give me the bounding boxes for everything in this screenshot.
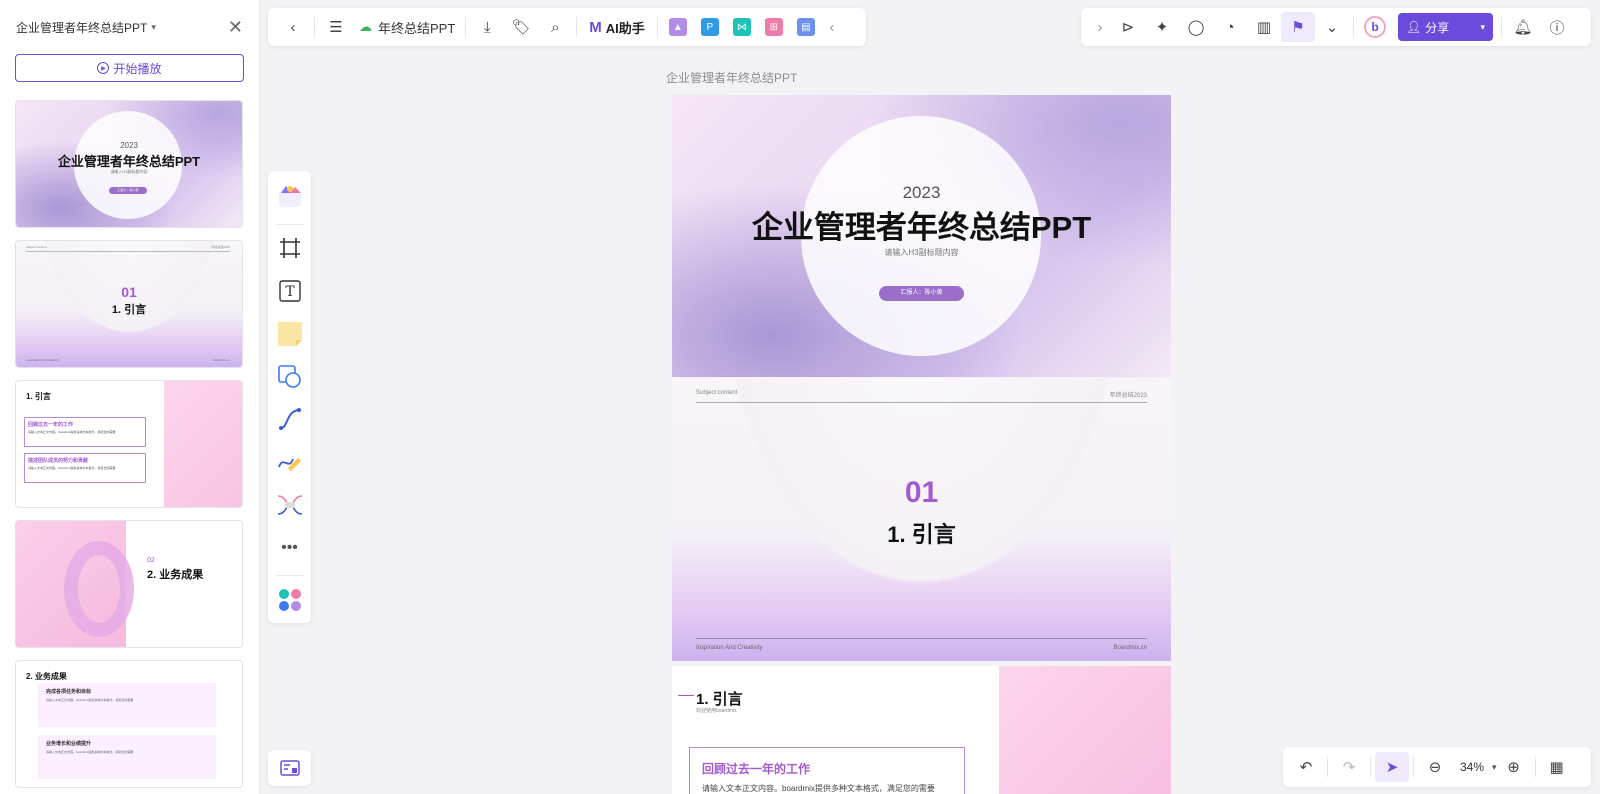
canvas-frame-title[interactable]: 企业管理者年终总结PPT [666,69,797,86]
main-toolbar: ‹ ☰ ☁ 年终总结PPT ⤓ 🏷︎ ⌕ M AI助手 ▲ P ⋈ ⊞ ▤ ‹ [268,8,866,46]
slide-heading: 1. 引言 [696,691,743,708]
add-user-icon: 👤︎ [1406,20,1422,34]
ai-assistant-button[interactable]: M AI助手 [581,18,653,37]
thumb-subtitle: 请输入H3副标题内容 [110,169,148,174]
presenter-pill: 汇报人：陈小黄 [879,286,964,301]
template-icon[interactable] [273,177,307,216]
ai-logo-icon: M [589,18,602,36]
expand-icon[interactable]: › [1089,12,1111,42]
slide-thumbnail-4[interactable]: 02 2. 业务成果 [15,520,243,648]
slide-thumbnail-1[interactable]: 2023 企业管理者年终总结PPT 请输入H3副标题内容 汇报人：陈小黄 [15,100,243,228]
vote-icon[interactable]: ▥ [1247,12,1281,42]
comment-icon[interactable]: ◯ [1179,12,1213,42]
close-icon[interactable]: ✕ [228,17,243,38]
sidebar-title[interactable]: 企业管理者年终总结PPT ▾ [16,19,156,36]
shape-icon[interactable] [273,357,307,396]
box-title: 回顾过去一年的工作 [702,762,811,776]
image-gen-icon[interactable]: ▲ [668,18,687,36]
tool-palette: T ••• [268,171,311,623]
document-name[interactable]: ☁ 年终总结PPT [353,18,461,37]
select-cursor-icon[interactable]: ➤ [1375,752,1409,782]
thumb-number: 01 [121,284,137,300]
apps-icon[interactable] [273,580,307,619]
box-text: 请输入文本正文内容。boardmix提供多种文本格式，满足您的需要 [702,784,935,793]
avatar[interactable]: b [1364,16,1386,38]
timer-icon[interactable]: ◔ [1213,12,1247,42]
mindmap-tool-icon[interactable] [273,486,307,525]
slide-year: 2023 [902,183,941,202]
thumb-year: 2023 [120,141,138,150]
help-icon[interactable]: ⓘ [1540,12,1574,42]
thumb-title: 1. 引言 [111,304,147,316]
slide-section-01[interactable]: Subject content 年终总结2023 01 1. 引言 Inspir… [672,378,1171,661]
map-icon[interactable]: ▦ [1540,752,1574,782]
presentation-icon[interactable]: P [700,18,719,36]
zoom-controls: ↶ ↷ ➤ ⊖ 34% ▾ ⊕ ▦ [1283,747,1591,787]
zoom-out-icon[interactable]: ⊖ [1418,752,1452,782]
thumb-pill: 汇报人：陈小黄 [109,187,147,194]
frame-icon[interactable] [273,229,307,268]
start-presentation-button[interactable]: ▶ 开始播放 [15,54,244,82]
redo-icon[interactable]: ↷ [1332,752,1366,782]
slide-thumbnail-2[interactable]: Subject content 年终总结2023 01 1. 引言 Inspir… [15,240,243,368]
sidebar-header: 企业管理者年终总结PPT ▾ ✕ [0,0,259,54]
slide-subtitle: 请输入H3副标题内容 [884,248,959,257]
celebrate-icon[interactable]: ✦ [1145,12,1179,42]
play-icon: ▶ [97,62,110,74]
menu-icon[interactable]: ☰ [319,12,353,42]
collapse-icon[interactable]: ‹ [822,12,842,42]
zoom-level[interactable]: 34% [1452,760,1492,774]
share-button[interactable]: 👤︎ 分享 ▾ [1398,13,1493,41]
more-tools-icon[interactable]: ••• [273,528,307,567]
present-icon[interactable]: ⊳ [1111,12,1145,42]
slide-thumbnails: 2023 企业管理者年终总结PPT 请输入H3副标题内容 汇报人：陈小黄 Sub… [15,100,243,794]
slide-cover[interactable]: 2023 企业管理者年终总结PPT 请输入H3副标题内容 汇报人：陈小黄 [672,95,1171,377]
cloud-saved-icon: ☁ [359,19,372,34]
minimap-icon [279,760,300,776]
slides-sidebar: 企业管理者年终总结PPT ▾ ✕ ▶ 开始播放 2023 企业管理者年终总结PP… [0,0,260,794]
svg-text:T: T [285,284,295,300]
back-icon[interactable]: ‹ [276,12,310,42]
section-title: 1. 引言 [887,522,956,547]
sticky-note-icon[interactable] [273,314,307,353]
thumb-title: 企业管理者年终总结PPT [57,154,201,169]
comment-app-icon[interactable]: ▤ [796,18,815,36]
slide-intro[interactable]: 1. 引言 欢迎使用boardmix 回顾过去一年的工作 请输入文本正文内容。b… [672,666,1171,794]
slide-thumbnail-5[interactable]: 2. 业务成果 完成各项任务和目标 请输入文本正文内容。boardmix提供多种… [15,660,243,788]
section-number: 01 [904,476,939,509]
right-toolbar: › ⊳ ✦ ◯ ◔ ▥ ⚑ ⌄ b 👤︎ 分享 ▾ 🔔︎ ⓘ [1081,8,1591,46]
search-icon[interactable]: ⌕ [538,12,572,42]
minimap-toggle[interactable] [268,750,311,786]
connector-icon[interactable] [273,400,307,439]
bell-icon[interactable]: 🔔︎ [1506,12,1540,42]
slide-thumbnail-3[interactable]: 1. 引言 回顾过去一年的工作 请输入文本正文内容。boardmix提供多种文本… [15,380,243,508]
chevron-down-icon: ▾ [151,21,156,32]
follow-cursor-icon[interactable]: ⚑ [1281,12,1315,42]
mindmap-icon[interactable]: ⋈ [732,18,751,36]
tag-icon[interactable]: 🏷︎ [504,12,538,42]
thumb-title: 2. 业务成果 [147,569,204,581]
download-icon[interactable]: ⤓ [470,12,504,42]
flow-icon[interactable]: ⊞ [764,18,783,36]
text-icon[interactable]: T [273,272,307,311]
thumb-number: 02 [147,557,155,564]
more-down-icon[interactable]: ⌄ [1315,12,1349,42]
slide-title: 企业管理者年终总结PPT [751,210,1092,245]
chevron-down-icon: ▾ [1480,21,1485,32]
undo-icon[interactable]: ↶ [1289,752,1323,782]
zoom-in-icon[interactable]: ⊕ [1497,752,1531,782]
pen-icon[interactable] [273,443,307,482]
